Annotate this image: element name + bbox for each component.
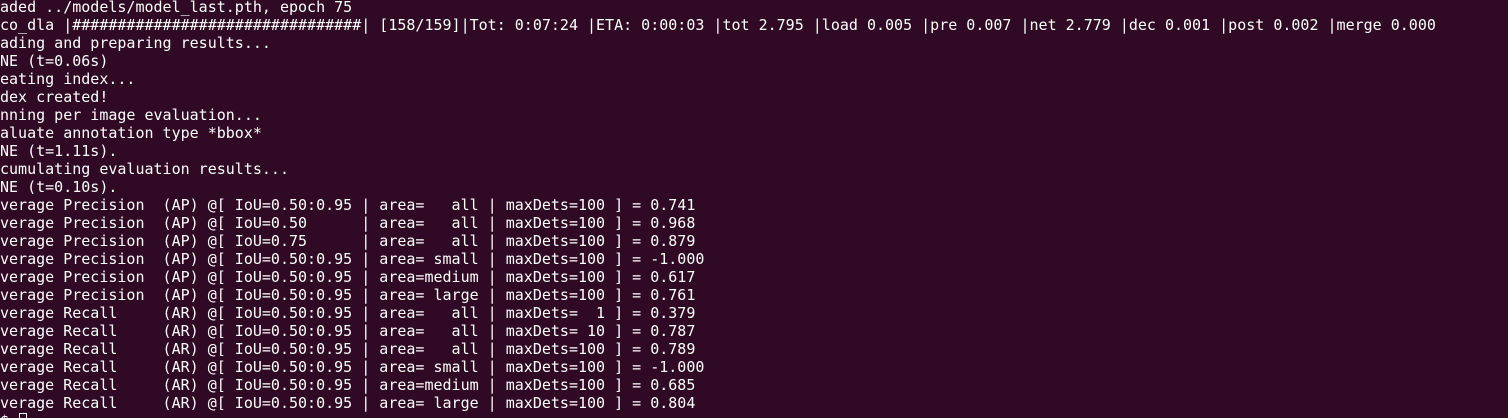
terminal-output: aded ../models/model_last.pth, epoch 75 …	[0, 0, 1508, 418]
output-line: co_dla |################################…	[0, 16, 1436, 34]
output-line: verage Recall (AR) @[ IoU=0.50:0.95 | ar…	[0, 340, 696, 358]
output-line: verage Precision (AP) @[ IoU=0.50:0.95 |…	[0, 268, 696, 286]
output-line: verage Recall (AR) @[ IoU=0.50:0.95 | ar…	[0, 376, 696, 394]
output-line: NE (t=0.10s).	[0, 178, 118, 196]
output-line: verage Precision (AP) @[ IoU=0.50 | area…	[0, 214, 696, 232]
output-line: verage Recall (AR) @[ IoU=0.50:0.95 | ar…	[0, 358, 705, 376]
terminal-window[interactable]: aded ../models/model_last.pth, epoch 75 …	[0, 0, 1508, 418]
output-line: verage Precision (AP) @[ IoU=0.50:0.95 |…	[0, 250, 705, 268]
output-line: aluate annotation type *bbox*	[0, 124, 262, 142]
output-line: eating index...	[0, 70, 136, 88]
output-line: aded ../models/model_last.pth, epoch 75	[0, 0, 353, 16]
output-line: verage Recall (AR) @[ IoU=0.50:0.95 | ar…	[0, 322, 696, 340]
prompt-symbol: $	[0, 412, 18, 418]
output-line: NE (t=0.06s)	[0, 52, 109, 70]
output-line: ading and preparing results...	[0, 34, 271, 52]
text-cursor	[19, 413, 28, 418]
output-line: dex created!	[0, 88, 109, 106]
output-line: cumulating evaluation results...	[0, 160, 289, 178]
shell-prompt[interactable]: $	[0, 412, 1508, 418]
output-line: verage Precision (AP) @[ IoU=0.50:0.95 |…	[0, 196, 696, 214]
output-line: verage Precision (AP) @[ IoU=0.75 | area…	[0, 232, 696, 250]
output-line: verage Recall (AR) @[ IoU=0.50:0.95 | ar…	[0, 304, 696, 322]
output-line: NE (t=1.11s).	[0, 142, 118, 160]
output-line: nning per image evaluation...	[0, 106, 262, 124]
output-line: verage Recall (AR) @[ IoU=0.50:0.95 | ar…	[0, 394, 696, 412]
output-line: verage Precision (AP) @[ IoU=0.50:0.95 |…	[0, 286, 696, 304]
